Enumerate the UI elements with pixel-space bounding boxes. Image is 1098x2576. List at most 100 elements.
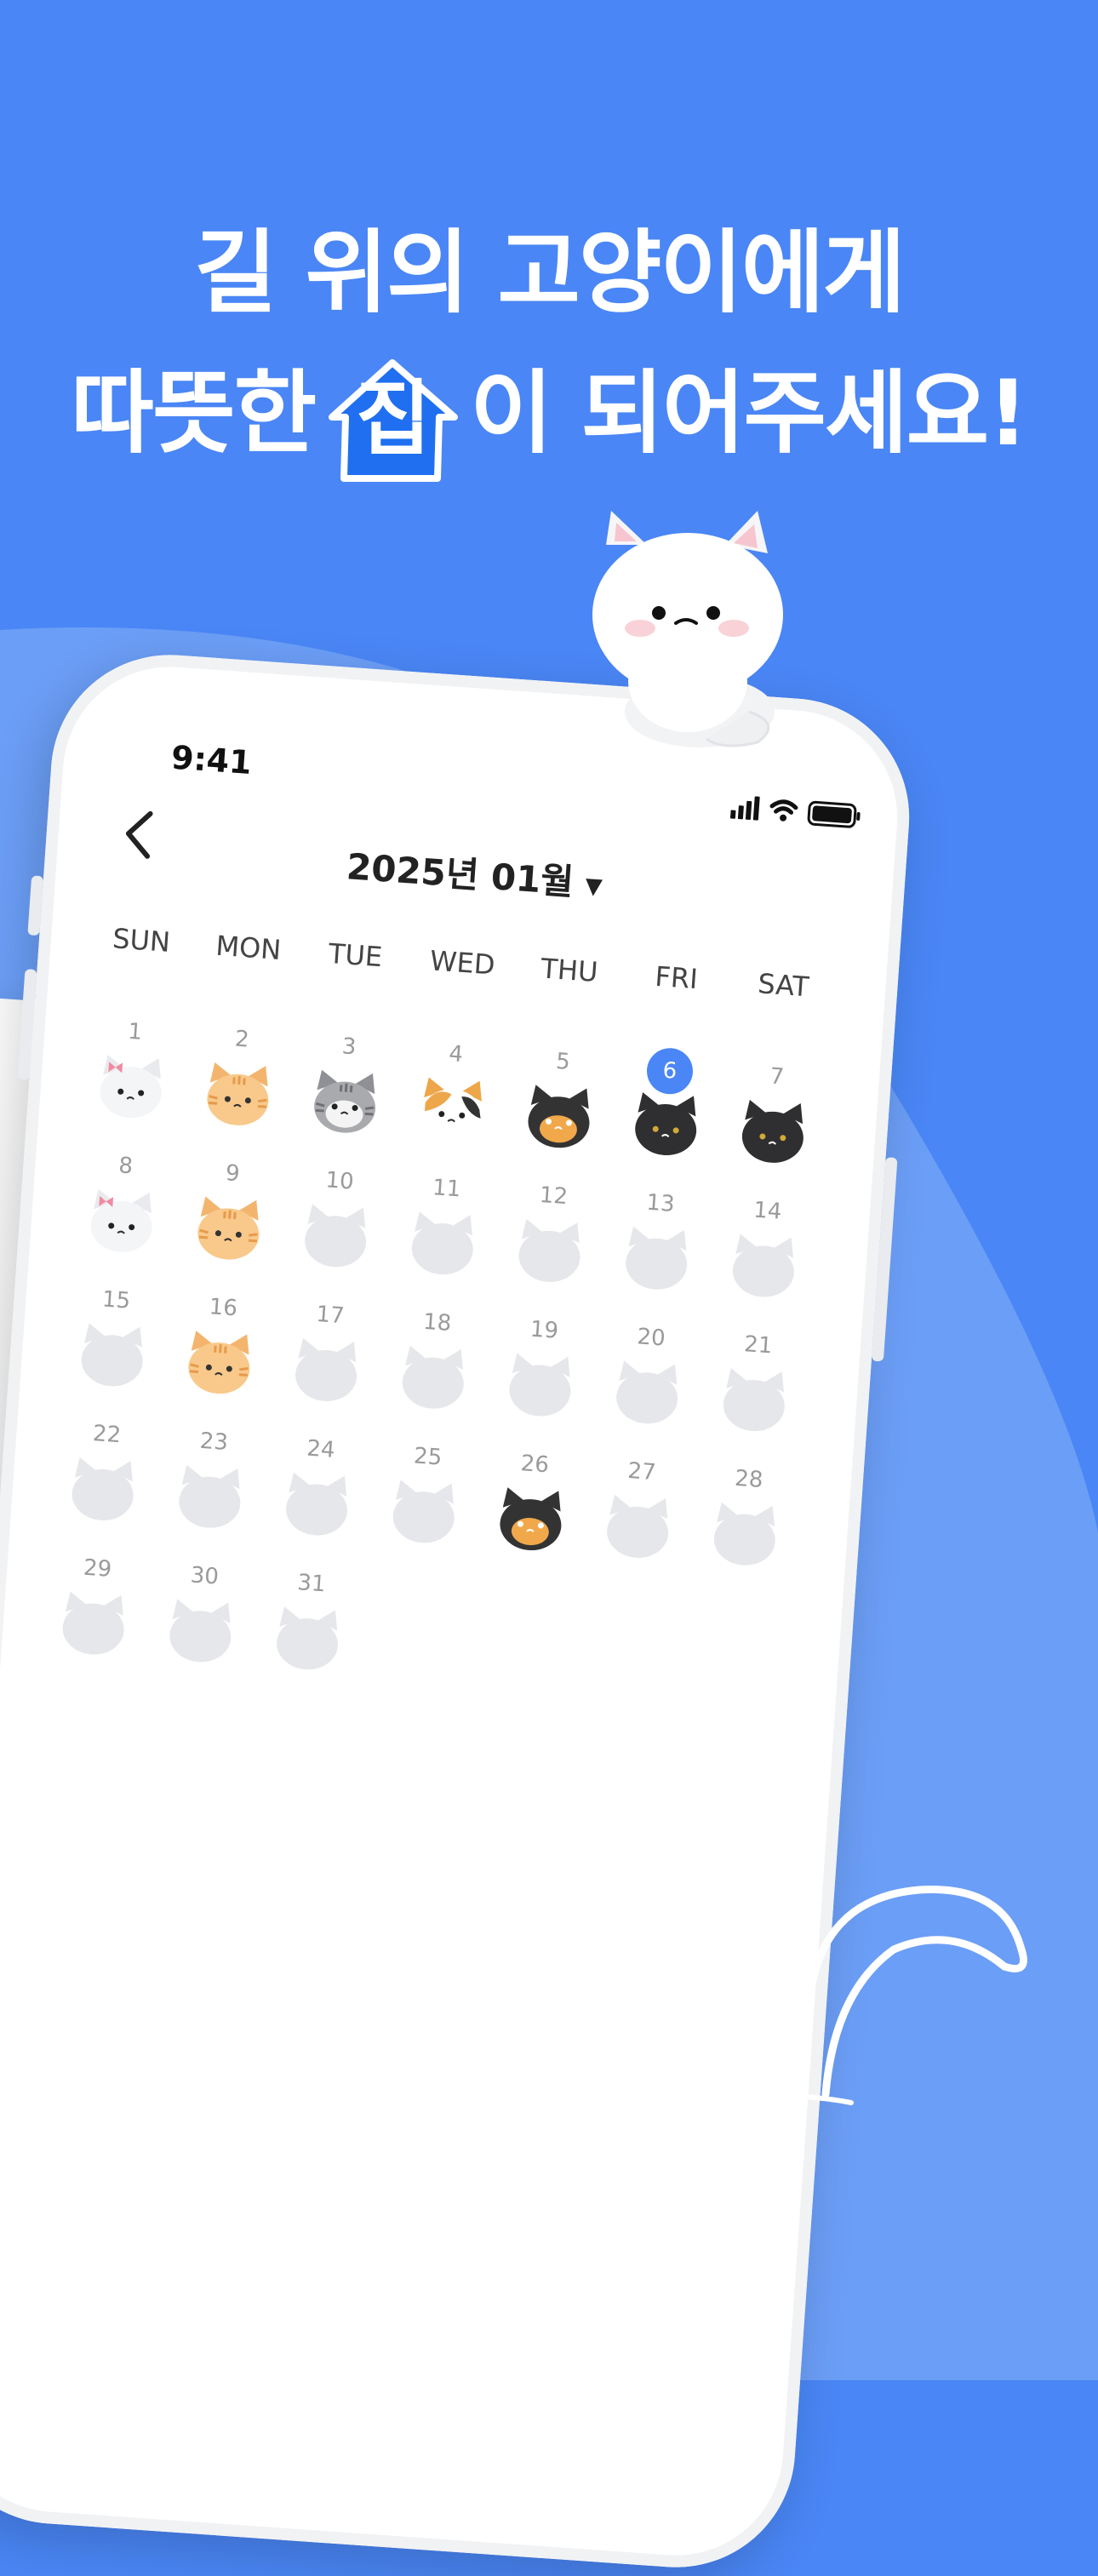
battery-icon — [807, 800, 861, 828]
day-number: 8 — [117, 1153, 134, 1180]
day-number: 24 — [306, 1435, 336, 1463]
calendar-day-4[interactable]: 4 — [397, 1039, 507, 1173]
calendar-day-19[interactable]: 19 — [485, 1314, 596, 1449]
status-icons — [729, 796, 861, 828]
empty-cat-icon — [518, 1218, 580, 1282]
orange-cat-icon — [197, 1196, 260, 1260]
calendar-day-21[interactable]: 21 — [700, 1329, 810, 1463]
calendar-day-23[interactable]: 23 — [155, 1426, 266, 1560]
empty-cat-icon — [402, 1345, 464, 1409]
empty-cat-icon — [286, 1472, 348, 1536]
empty-cat-icon — [411, 1211, 473, 1275]
day-number: 12 — [538, 1182, 569, 1211]
empty-cat-icon — [616, 1360, 678, 1424]
empty-cat-icon — [392, 1480, 455, 1543]
orange-cat-icon — [207, 1062, 269, 1125]
day-number: 1 — [127, 1018, 143, 1045]
calendar-day-11[interactable]: 11 — [387, 1172, 498, 1307]
headline-text-after: 이 되어주세요! — [470, 360, 1028, 466]
day-number: 6 — [645, 1046, 695, 1096]
calendar-day-25[interactable]: 25 — [369, 1440, 479, 1575]
calendar-day-16[interactable]: 16 — [164, 1291, 275, 1426]
calendar-day-30[interactable]: 30 — [146, 1560, 256, 1694]
calendar-day-29[interactable]: 29 — [38, 1553, 149, 1687]
empty-cat-icon — [71, 1457, 134, 1520]
day-number: 21 — [743, 1331, 774, 1360]
empty-cat-icon — [62, 1591, 124, 1655]
empty-cat-icon — [305, 1204, 367, 1268]
calendar-day-15[interactable]: 15 — [57, 1284, 168, 1418]
wifi-icon — [769, 799, 798, 821]
weekday-thu: THU — [540, 952, 599, 988]
calendar-day-17[interactable]: 17 — [272, 1299, 382, 1434]
weekday-sun: SUN — [112, 922, 172, 959]
calendar-day-5[interactable]: 5 — [504, 1045, 615, 1180]
headline-line-2: 따뜻한 집 이 되어주세요! — [0, 356, 1098, 484]
day-number: 9 — [225, 1160, 241, 1188]
weekday-tue: TUE — [327, 936, 384, 974]
day-number: 5 — [555, 1048, 571, 1075]
empty-cat-icon — [732, 1234, 794, 1297]
calendar-day-31[interactable]: 31 — [253, 1567, 363, 1702]
day-number: 17 — [315, 1301, 346, 1330]
empty-cat-icon — [713, 1502, 775, 1566]
house-highlight: 집 — [320, 356, 465, 484]
calendar-day-27[interactable]: 27 — [583, 1456, 694, 1590]
calendar-day-13[interactable]: 13 — [602, 1188, 712, 1322]
calendar-day-14[interactable]: 14 — [709, 1194, 820, 1329]
calendar-day-8[interactable]: 8 — [66, 1150, 177, 1285]
calico-white-cat-icon — [420, 1077, 483, 1141]
calendar-day-10[interactable]: 10 — [281, 1165, 392, 1299]
weekday-wed: WED — [428, 944, 496, 982]
sitting-cat-icon — [592, 511, 783, 747]
day-number: 22 — [92, 1421, 123, 1449]
weekday-sat: SAT — [757, 967, 810, 1004]
calendar-day-1[interactable]: 1 — [76, 1016, 186, 1150]
calendar-day-22[interactable]: 22 — [48, 1418, 158, 1553]
day-number: 18 — [422, 1308, 453, 1337]
calendar-day-18[interactable]: 18 — [378, 1307, 489, 1441]
day-number: 30 — [189, 1562, 220, 1590]
white-bow-cat-icon — [90, 1188, 152, 1252]
empty-cat-icon — [607, 1494, 669, 1558]
day-number: 7 — [769, 1063, 786, 1091]
calendar-day-12[interactable]: 12 — [495, 1180, 605, 1314]
day-number: 16 — [208, 1294, 238, 1322]
day-number: 23 — [198, 1428, 229, 1457]
headline-text-before: 따뜻한 — [71, 360, 317, 466]
calendar-day-6[interactable]: 6 — [611, 1046, 722, 1188]
empty-cat-icon — [81, 1323, 143, 1387]
black-cat-icon — [741, 1099, 803, 1163]
empty-cat-icon — [626, 1226, 688, 1290]
weekday-fri: FRI — [654, 959, 699, 996]
calendar-day-9[interactable]: 9 — [174, 1158, 284, 1292]
day-number: 31 — [296, 1570, 327, 1598]
empty-cat-icon — [723, 1368, 785, 1432]
day-number: 26 — [519, 1451, 550, 1479]
empty-cat-icon — [509, 1353, 571, 1417]
empty-cat-icon — [179, 1464, 241, 1528]
day-number: 28 — [734, 1465, 764, 1493]
month-title-text: 2025년 01월 — [345, 845, 575, 903]
white-bow-cat-icon — [100, 1055, 162, 1119]
calendar-day-2[interactable]: 2 — [183, 1023, 294, 1158]
empty-cat-icon — [295, 1337, 357, 1401]
calendar-day-3[interactable]: 3 — [290, 1031, 401, 1165]
calendar-day-7[interactable]: 7 — [718, 1061, 829, 1195]
headline-highlight-word: 집 — [355, 371, 431, 467]
tail-doodle — [753, 1886, 1027, 2105]
empty-cat-icon — [169, 1599, 232, 1663]
day-number: 20 — [636, 1324, 666, 1352]
calendar-day-24[interactable]: 24 — [262, 1434, 373, 1568]
black-cat-icon — [635, 1092, 697, 1156]
day-number: 19 — [529, 1316, 559, 1344]
calendar-day-26[interactable]: 26 — [476, 1448, 586, 1583]
day-number: 4 — [448, 1041, 465, 1068]
status-time: 9:41 — [169, 738, 254, 782]
month-selector[interactable]: 2025년 01월 ▼ — [44, 817, 906, 929]
calendar-day-20[interactable]: 20 — [592, 1321, 703, 1456]
day-number: 29 — [83, 1554, 113, 1583]
day-number: 13 — [645, 1189, 676, 1217]
headline-line-1: 길 위의 고양이에게 — [194, 220, 906, 325]
calendar-day-28[interactable]: 28 — [689, 1463, 800, 1598]
